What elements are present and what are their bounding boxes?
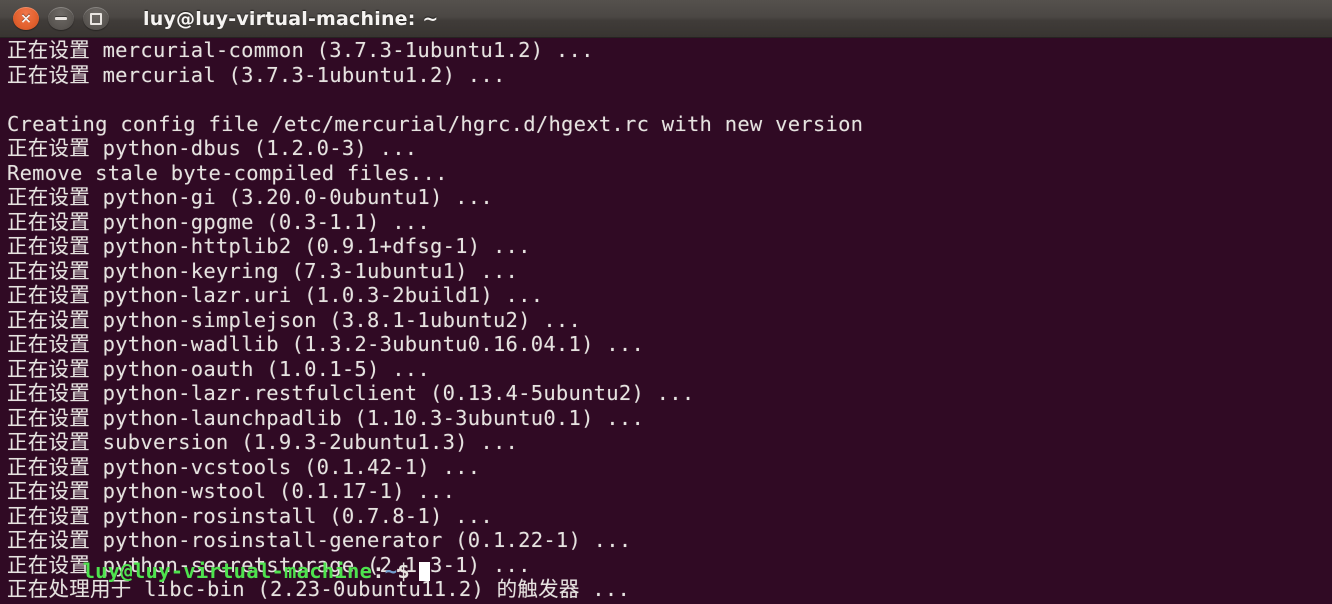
terminal-line: 正在设置 python-dbus (1.2.0-3) ... <box>7 136 418 160</box>
prompt-user-host: luy@luy-virtual-machine <box>82 559 373 583</box>
close-glyph: × <box>20 10 32 27</box>
prompt-path: ~ <box>384 559 398 583</box>
terminal-output[interactable]: 正在设置 mercurial-common (3.7.3-1ubuntu1.2)… <box>0 38 1332 604</box>
window-controls: × <box>0 7 109 30</box>
terminal-window: × luy@luy-virtual-machine: ~ 正在设置 mercur… <box>0 0 1332 604</box>
prompt-symbol: $ <box>397 559 410 583</box>
window-title: luy@luy-virtual-machine: ~ <box>143 7 439 30</box>
maximize-glyph <box>90 12 102 25</box>
terminal-line: 正在设置 python-keyring (7.3-1ubuntu1) ... <box>7 258 519 283</box>
terminal-line: 正在设置 python-lazr.restfulclient (0.13.4-5… <box>7 381 695 405</box>
terminal-line: 正在设置 python-gi (3.20.0-0ubuntu1) ... <box>7 185 493 209</box>
terminal-line: 正在设置 python-launchpadlib (1.10.3-3ubuntu… <box>7 405 645 430</box>
terminal-line: 正在设置 python-gpgme (0.3-1.1) ... <box>7 209 430 234</box>
terminal-line: 正在设置 python-wadllib (1.3.2-3ubuntu0.16.0… <box>7 332 645 356</box>
prompt-separator: : <box>372 559 385 583</box>
terminal-line: 正在设置 python-vcstools (0.1.42-1) ... <box>7 454 481 479</box>
terminal-line: 正在设置 python-oauth (1.0.1-5) ... <box>7 356 430 381</box>
terminal-line: 正在设置 mercurial (3.7.3-1ubuntu1.2) ... <box>7 62 506 87</box>
maximize-icon[interactable] <box>83 7 109 30</box>
terminal-line: Creating config file /etc/mercurial/hgrc… <box>7 111 864 136</box>
terminal-line: 正在设置 mercurial-common (3.7.3-1ubuntu1.2)… <box>7 38 594 62</box>
terminal-line: 正在设置 python-rosinstall (0.7.8-1) ... <box>7 503 493 528</box>
terminal-line: 正在设置 python-wstool (0.1.17-1) ... <box>7 479 456 503</box>
terminal-line: 正在设置 subversion (1.9.3-2ubuntu1.3) ... <box>7 430 519 454</box>
window-titlebar[interactable]: × luy@luy-virtual-machine: ~ <box>0 0 1332 38</box>
text-cursor <box>418 562 430 581</box>
terminal-line: 正在设置 python-httplib2 (0.9.1+dfsg-1) ... <box>7 234 531 258</box>
terminal-line: 正在设置 python-lazr.uri (1.0.3-2build1) ... <box>7 283 544 307</box>
terminal-line: Remove stale byte-compiled files... <box>7 160 448 185</box>
minimize-glyph <box>55 17 67 20</box>
minimize-icon[interactable] <box>48 7 74 30</box>
close-icon[interactable]: × <box>13 7 39 30</box>
terminal-line: 正在设置 python-simplejson (3.8.1-1ubuntu2) … <box>7 307 582 332</box>
shell-prompt: luy@luy-virtual-machine:~$ <box>7 535 430 604</box>
